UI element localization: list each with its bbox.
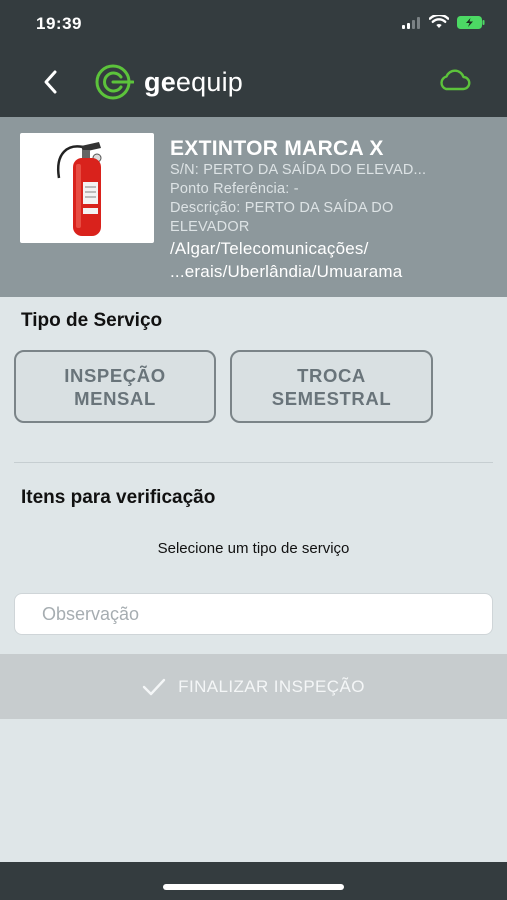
equipment-photo [20,133,154,243]
status-icons [402,13,485,34]
cloud-icon [440,69,471,91]
brand: geequip [94,64,243,100]
equipment-path-line2: ...erais/Uberlândia/Umuarama [170,262,403,281]
service-option-semester-replacement[interactable]: TROCA SEMESTRAL [230,350,433,423]
equipment-card: EXTINTOR MARCA X S/N: PERTO DA SAÍDA DO … [0,117,507,297]
equipment-description-line2: ELEVADOR [170,219,250,235]
service-option-line1: INSPEÇÃO [64,364,166,386]
battery-icon [457,15,485,34]
signal-icon [402,16,421,34]
home-indicator[interactable] [163,884,344,890]
service-type-title: Tipo de Serviço [21,310,163,331]
app-header: geequip [0,50,507,117]
finalize-inspection-label: FINALIZAR INSPEÇÃO [178,676,365,696]
geequip-logo-icon [95,64,134,100]
equipment-reference-point: Ponto Referência: - [170,181,299,197]
wifi-icon [428,13,450,34]
equipment-path-line1: /Algar/Telecomunicações/ [170,239,369,258]
equipment-description-line1: Descrição: PERTO DA SAÍDA DO [170,200,394,216]
check-icon [142,678,166,695]
chevron-left-icon [44,70,57,94]
equipment-name: EXTINTOR MARCA X [170,137,384,160]
equipment-info: EXTINTOR MARCA X S/N: PERTO DA SAÍDA DO … [170,137,500,283]
service-option-label: INSPEÇÃO MENSAL [64,364,165,410]
equipment-serial: S/N: PERTO DA SAÍDA DO ELEVAD... [170,162,427,178]
brand-name: geequip [144,67,243,98]
service-option-line2: MENSAL [74,387,156,409]
finalize-inspection-button[interactable]: FINALIZAR INSPEÇÃO [0,654,507,719]
service-option-monthly-inspection[interactable]: INSPEÇÃO MENSAL [14,350,216,423]
verification-title: Itens para verificação [21,487,216,508]
observation-input[interactable] [14,593,493,635]
status-bar: 19:39 [0,0,507,50]
cloud-sync-button[interactable] [437,68,471,97]
back-button[interactable] [32,64,68,100]
brand-name-bold: ge [144,66,176,97]
bottom-bar [0,862,507,900]
service-option-line1: TROCA [297,364,366,386]
service-option-line2: SEMESTRAL [271,387,392,409]
brand-name-rest: equip [175,66,243,97]
verification-hint: Selecione um tipo de serviço [157,540,350,557]
section-divider [14,462,493,463]
status-time: 19:39 [36,14,82,33]
service-option-label: TROCA SEMESTRAL [272,364,392,410]
fire-extinguisher-image [56,142,102,236]
